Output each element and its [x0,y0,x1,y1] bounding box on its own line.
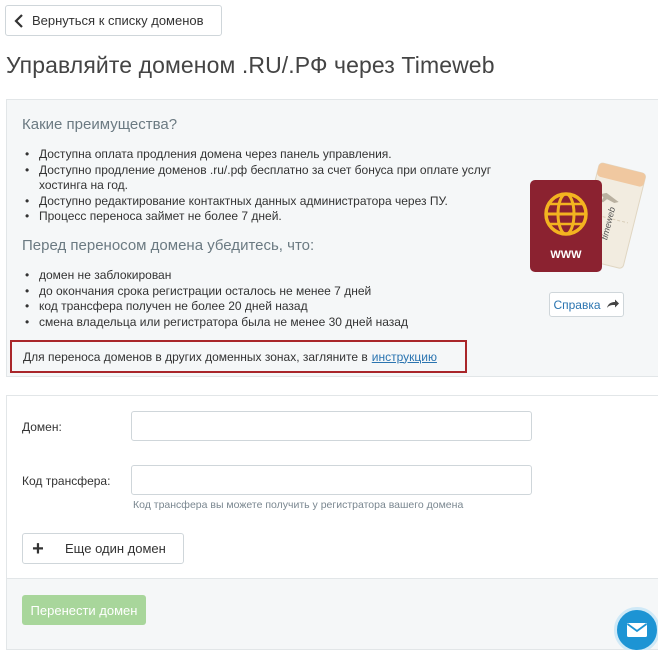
list-item: хостинга на год. [39,178,128,192]
checklist-heading: Перед переносом домена убедитесь, что: [22,237,315,254]
list-item: Доступна оплата продления домена через п… [22,147,491,163]
back-to-domains-button[interactable]: Вернуться к списку доменов [5,5,222,36]
list-item: Процесс переноса займет не более 7 дней. [22,209,491,225]
transfer-domain-button[interactable]: Перенести домен [22,595,146,625]
plus-icon: + [32,537,44,560]
passport-www-text: WWW [550,249,582,261]
add-another-domain-button[interactable]: + Еще один домен [22,533,184,564]
transfer-code-hint: Код трансфера вы можете получить у регис… [133,499,464,511]
domain-input[interactable] [131,411,532,441]
list-item: Доступно редактирование контактных данны… [22,194,491,210]
instruction-link[interactable]: инструкцию [372,350,437,364]
chat-button[interactable] [614,607,658,650]
list-item: домен не заблокирован [22,268,408,284]
benefits-heading: Какие преимущества? [22,116,178,133]
list-item: до окончания срока регистрации осталось … [22,284,408,300]
notice-text: Для переноса доменов в других доменных з… [23,349,368,364]
other-zones-notice: Для переноса доменов в других доменных з… [10,340,467,373]
back-button-label: Вернуться к списку доменов [32,13,204,28]
add-domain-label: Еще один домен [65,541,166,556]
benefits-list: Доступна оплата продления домена через п… [22,147,491,225]
transfer-code-label: Код трансфера: [22,474,111,488]
envelope-icon [626,623,648,637]
passport-ticket-illustration: timeweb WWW [530,162,646,272]
page-title: Управляйте доменом .RU/.РФ через Timeweb [6,52,495,78]
domain-label: Домен: [22,420,62,434]
help-button-label: Справка [553,297,601,312]
chevron-left-icon [6,6,32,35]
share-arrow-icon [606,298,620,312]
list-item: Доступно продление доменов .ru/.рф беспл… [22,163,491,179]
transfer-code-input[interactable] [131,465,532,495]
help-button[interactable]: Справка [549,292,624,317]
list-item: код трансфера получен не более 20 дней н… [22,299,408,315]
list-item: смена владельца или регистратора была не… [22,315,408,331]
checklist-list: домен не заблокирован до окончания срока… [22,268,408,330]
